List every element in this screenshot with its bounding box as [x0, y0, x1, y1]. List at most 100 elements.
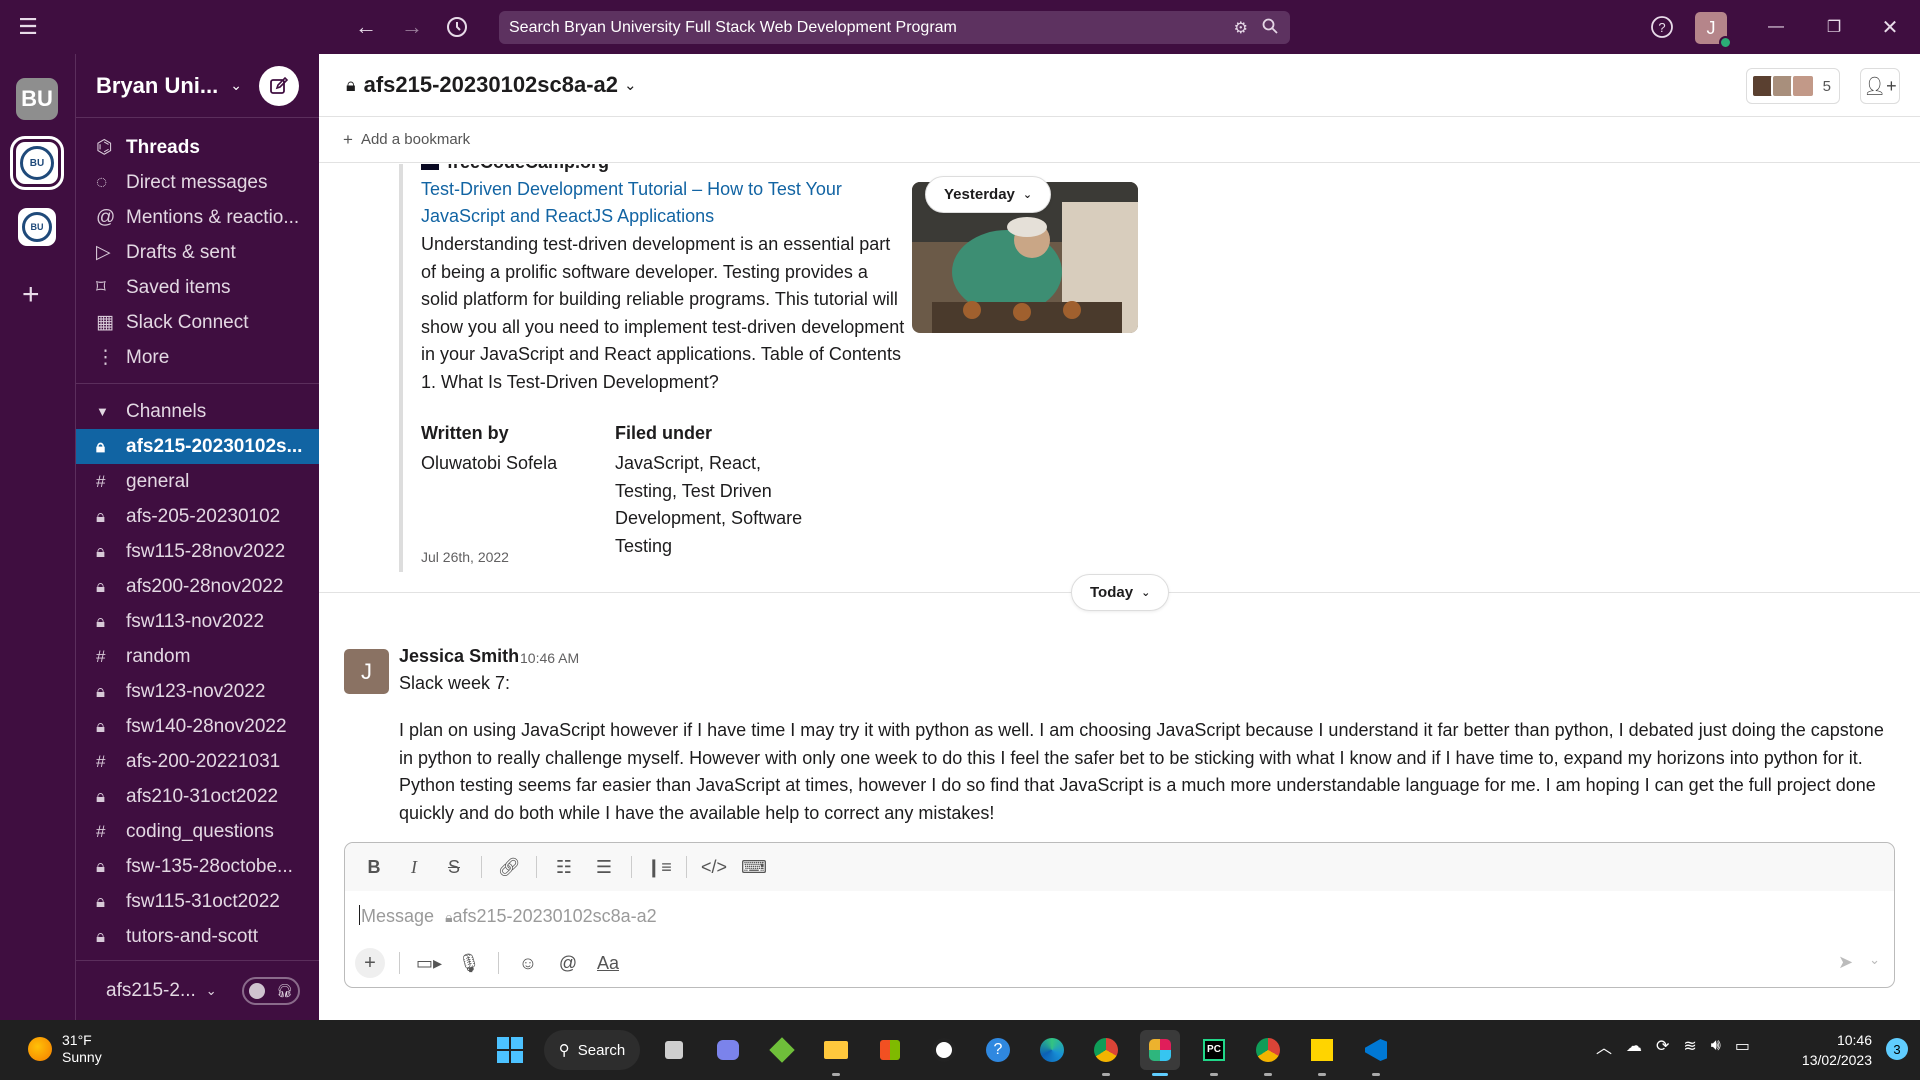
edge-browser-icon[interactable] — [1032, 1030, 1072, 1070]
emoji-icon[interactable]: ☺ — [513, 948, 543, 978]
microsoft-store-icon[interactable] — [870, 1030, 910, 1070]
nav-item-mentions[interactable]: @ Mentions & reactio... — [76, 200, 319, 235]
onedrive-icon[interactable]: ☁ — [1626, 1036, 1642, 1056]
date-divider-today[interactable]: Today ⌄ — [1071, 574, 1170, 611]
channel-title[interactable]: afs215-20230102sc8a-a2 — [364, 72, 618, 98]
channel-item[interactable]: 🔒︎ fsw113-nov2022 — [76, 604, 319, 639]
huddle-toggle[interactable]: 🎧︎ — [242, 977, 300, 1005]
format-toggle-icon[interactable]: Aa — [593, 948, 623, 978]
weather-widget[interactable]: 31°F Sunny — [28, 1032, 102, 1066]
italic-icon[interactable]: I — [397, 851, 431, 883]
nav-item-slack-connect[interactable]: ▦ Slack Connect — [76, 305, 319, 340]
task-view-icon[interactable] — [654, 1030, 694, 1070]
mention-icon[interactable]: @ — [553, 948, 583, 978]
close-icon[interactable]: ✕ — [1870, 7, 1910, 47]
channel-item[interactable]: # coding_questions — [76, 814, 319, 849]
channel-item[interactable]: 🔒︎ fsw115-31oct2022 — [76, 884, 319, 919]
back-arrow-icon[interactable]: ← — [346, 7, 386, 47]
app-cube-icon[interactable] — [762, 1030, 802, 1070]
pycharm-icon[interactable]: PC — [1194, 1030, 1234, 1076]
sticky-notes-icon[interactable] — [1302, 1030, 1342, 1076]
file-explorer-icon[interactable] — [816, 1030, 856, 1076]
send-icon[interactable]: ➤ — [1838, 952, 1853, 973]
chevron-down-icon[interactable]: ⌄ — [206, 983, 217, 999]
search-bar[interactable]: Search Bryan University Full Stack Web D… — [499, 11, 1290, 44]
channel-item[interactable]: # general — [76, 464, 319, 499]
nav-item-threads[interactable]: ⌬ Threads — [76, 130, 319, 165]
help-app-icon[interactable]: ? — [978, 1030, 1018, 1070]
link-icon[interactable]: 🔗︎ — [492, 851, 526, 883]
workspace-bu[interactable]: BU — [16, 78, 58, 120]
code-block-icon[interactable]: ⌨ — [737, 851, 771, 883]
slack-icon[interactable] — [1140, 1030, 1180, 1076]
compose-button[interactable] — [259, 66, 299, 106]
channel-item[interactable]: # afs-200-20221031 — [76, 744, 319, 779]
channel-item[interactable]: 🔒︎ fsw-135-28octobe... — [76, 849, 319, 884]
restore-icon[interactable]: ❐ — [1814, 7, 1854, 47]
history-icon[interactable] — [437, 7, 477, 47]
chrome-icon[interactable] — [1086, 1030, 1126, 1076]
schedule-chevron-icon[interactable]: ⌄ — [1869, 952, 1880, 973]
code-icon[interactable]: </> — [697, 851, 731, 883]
taskbar-clock[interactable]: 10:46 13/02/2023 — [1802, 1030, 1872, 1070]
filter-icon[interactable]: ⚙ — [1234, 18, 1248, 39]
minimize-icon[interactable]: — — [1756, 7, 1796, 47]
channel-item[interactable]: 🔒︎ afs200-28nov2022 — [76, 569, 319, 604]
channel-item[interactable]: 🔒︎ afs-205-20230102 — [76, 499, 319, 534]
message-avatar[interactable]: J — [344, 649, 389, 694]
add-people-button[interactable]: 👤︎+ — [1860, 68, 1900, 104]
chevron-down-icon[interactable]: ⌄ — [624, 76, 637, 94]
video-clip-icon[interactable]: ▭▸ — [414, 948, 444, 978]
channel-item[interactable]: 🔒︎ fsw140-28nov2022 — [76, 709, 319, 744]
battery-icon[interactable]: ▭ — [1735, 1036, 1750, 1056]
teams-chat-icon[interactable] — [708, 1030, 748, 1070]
unfurl-site[interactable]: freeCodeCamp.org — [421, 164, 609, 173]
nav-item-direct-messages[interactable]: ◌ Direct messages — [76, 165, 319, 200]
strikethrough-icon[interactable]: S — [437, 851, 471, 883]
plus-icon[interactable]: + — [343, 130, 353, 150]
channels-section-header[interactable]: ▼ Channels — [76, 394, 319, 429]
microphone-icon[interactable]: 🎙︎ — [454, 948, 484, 978]
bold-icon[interactable]: B — [357, 851, 391, 883]
channel-item[interactable]: # random — [76, 639, 319, 674]
nav-item-drafts[interactable]: ▷ Drafts & sent — [76, 235, 319, 270]
date-divider-yesterday[interactable]: Yesterday ⌄ — [925, 176, 1052, 213]
sync-icon[interactable]: ⟳ — [1656, 1036, 1669, 1056]
blockquote-icon[interactable]: ❙≡ — [642, 851, 676, 883]
add-bookmark-link[interactable]: Add a bookmark — [361, 131, 470, 148]
workspace-bryan-2[interactable]: BU — [18, 208, 56, 246]
help-icon[interactable]: ? — [1642, 7, 1682, 47]
message-author[interactable]: Jessica Smith — [399, 646, 519, 667]
chrome-profile-icon[interactable] — [1248, 1030, 1288, 1076]
hamburger-menu-icon[interactable]: ☰ — [8, 7, 48, 47]
channel-item[interactable]: 🔒︎ tutors-and-scott — [76, 919, 319, 954]
wifi-icon[interactable]: ≋ — [1683, 1036, 1696, 1056]
members-button[interactable]: 5 — [1745, 68, 1840, 104]
huddle-channel-name[interactable]: afs215-2... — [106, 980, 196, 1002]
windows-start-icon[interactable] — [490, 1030, 530, 1070]
add-workspace-icon[interactable]: + — [22, 280, 40, 310]
chevron-up-icon[interactable]: ︿ — [1596, 1034, 1612, 1058]
bulleted-list-icon[interactable]: ☰ — [587, 851, 621, 883]
volume-icon[interactable]: 🔊︎ — [1711, 1037, 1721, 1055]
notification-badge[interactable]: 3 — [1886, 1038, 1908, 1060]
message-input[interactable]: Message 🔒︎afs215-20230102sc8a-a2 — [359, 905, 657, 927]
taskbar-search[interactable]: ⚲ Search — [544, 1030, 640, 1070]
nav-item-saved[interactable]: ⌑ Saved items — [76, 270, 319, 305]
channel-item[interactable]: 🔒︎ afs210-31oct2022 — [76, 779, 319, 814]
workspace-header[interactable]: Bryan Uni... ⌄ — [76, 54, 319, 118]
user-avatar[interactable]: J — [1695, 12, 1732, 49]
channel-item[interactable]: 🔒︎ afs215-20230102s... — [76, 429, 319, 464]
message-timestamp[interactable]: 10:46 AM — [520, 650, 579, 666]
forward-arrow-icon[interactable]: → — [392, 7, 432, 47]
channel-item[interactable]: 🔒︎ fsw123-nov2022 — [76, 674, 319, 709]
search-icon[interactable] — [1262, 18, 1278, 39]
vscode-icon[interactable] — [1356, 1030, 1396, 1076]
channel-item[interactable]: 🔒︎ fsw115-28nov2022 — [76, 534, 319, 569]
ordered-list-icon[interactable]: ☷ — [547, 851, 581, 883]
unfurl-title-link[interactable]: Test-Driven Development Tutorial – How t… — [421, 176, 901, 230]
attach-plus-button[interactable]: + — [355, 948, 385, 978]
github-icon[interactable] — [924, 1030, 964, 1070]
workspace-bryan-active[interactable]: BU — [10, 136, 64, 190]
nav-item-more[interactable]: ⋮ More — [76, 340, 319, 375]
